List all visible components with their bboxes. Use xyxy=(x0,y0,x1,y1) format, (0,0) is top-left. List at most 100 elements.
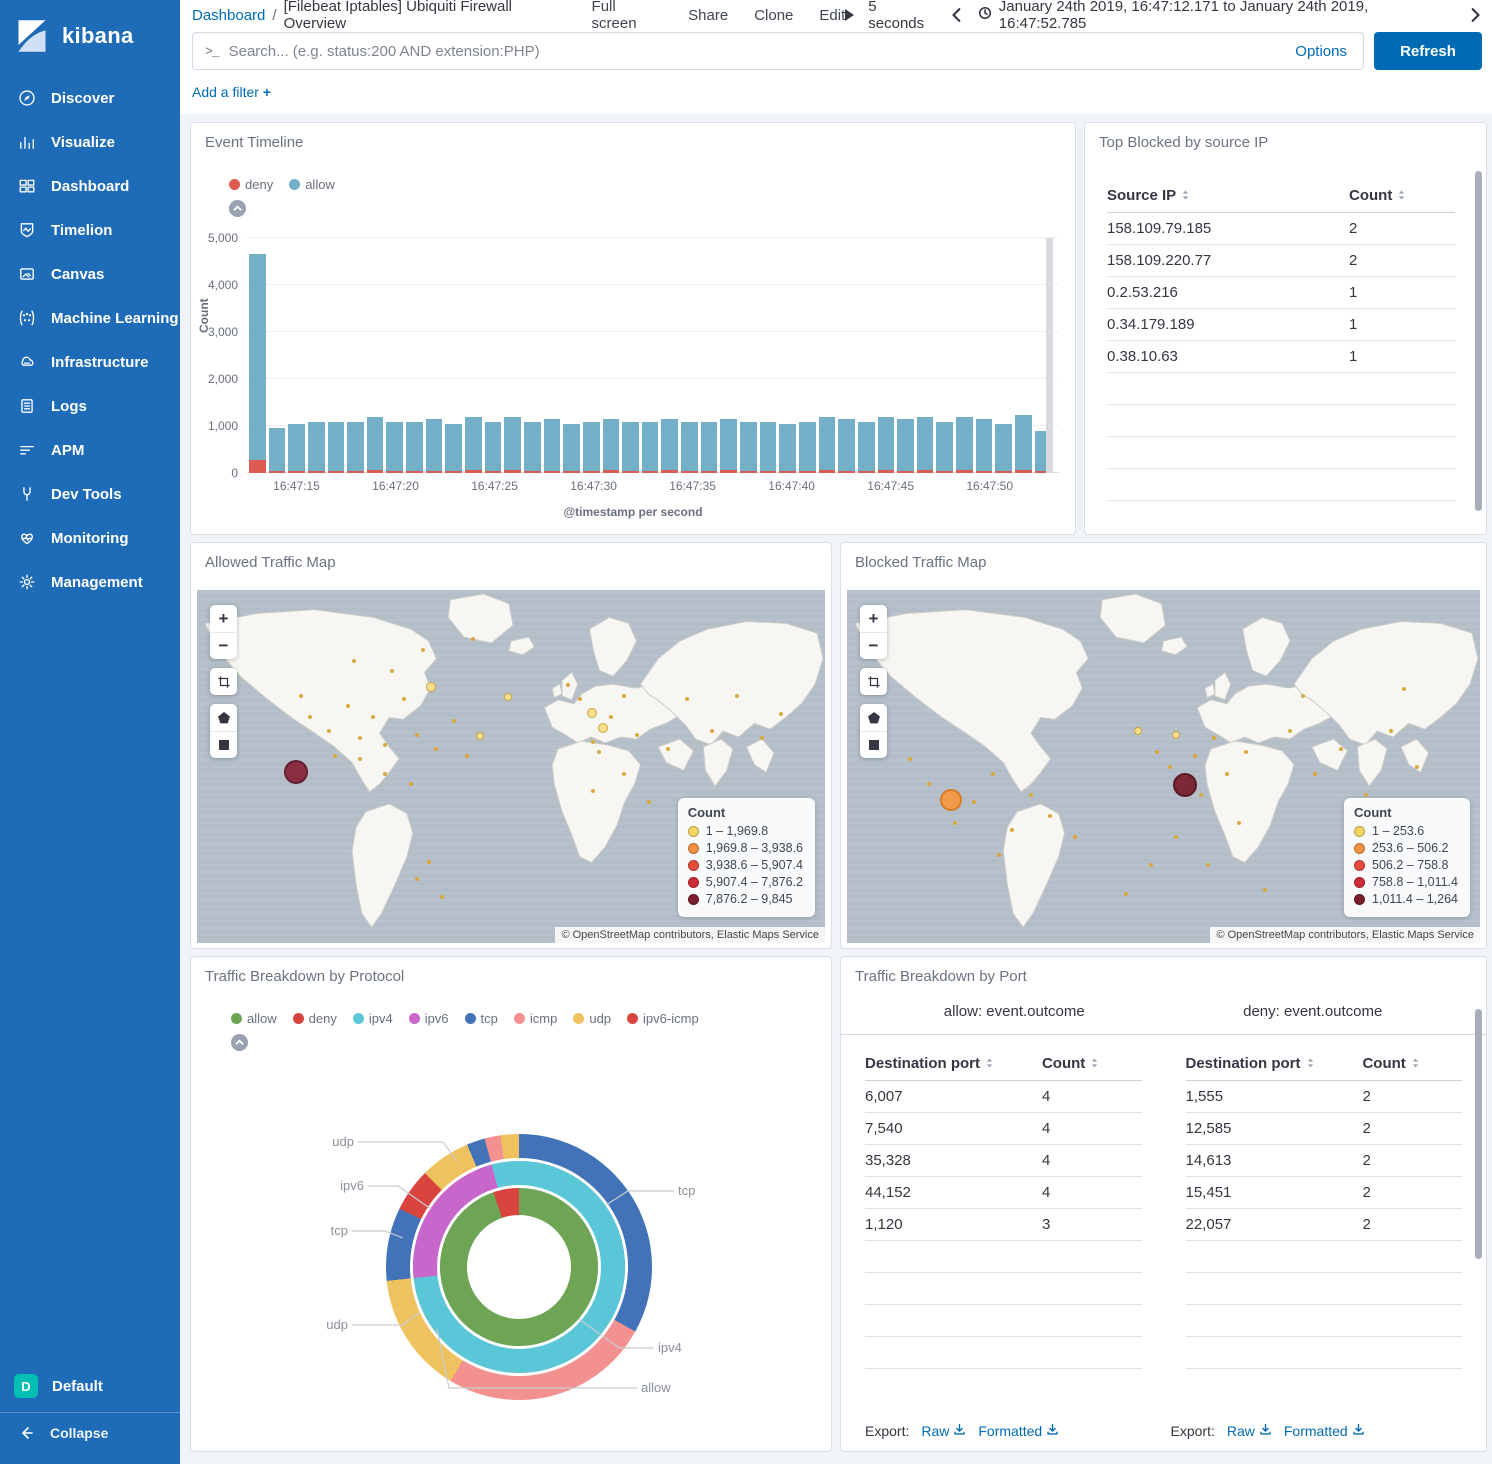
timeline-bar[interactable] xyxy=(524,422,541,473)
timeline-bar[interactable] xyxy=(288,424,305,473)
timeline-bar[interactable] xyxy=(249,254,266,473)
rect-select-icon[interactable] xyxy=(210,731,237,758)
menu-item-share[interactable]: Share xyxy=(688,7,728,24)
sort-icon[interactable] xyxy=(985,1056,994,1073)
timeline-bar[interactable] xyxy=(740,422,757,473)
timeline-bar[interactable] xyxy=(760,422,777,473)
scrollbar[interactable] xyxy=(1475,171,1482,511)
sidebar-item-management[interactable]: Management xyxy=(0,560,180,604)
menu-item-full-screen[interactable]: Full screen xyxy=(592,0,663,32)
fit-bounds-icon[interactable] xyxy=(860,668,887,695)
export-raw-link[interactable]: Raw xyxy=(1227,1423,1272,1439)
timeline-bar[interactable] xyxy=(878,417,895,473)
column-header-count[interactable]: Count xyxy=(1042,1049,1142,1081)
timeline-bar[interactable] xyxy=(661,419,678,473)
timeline-bar[interactable] xyxy=(681,422,698,473)
sidebar-item-discover[interactable]: Discover xyxy=(0,76,180,120)
play-refresh-icon[interactable] xyxy=(845,9,854,21)
breadcrumb-dashboard-link[interactable]: Dashboard xyxy=(192,7,265,24)
add-filter-link[interactable]: Add a filter + xyxy=(192,84,271,100)
sidebar-item-monitoring[interactable]: Monitoring xyxy=(0,516,180,560)
timeline-bar[interactable] xyxy=(1015,415,1032,473)
legend-collapse-icon[interactable] xyxy=(229,200,246,217)
kibana-logo[interactable]: kibana xyxy=(0,0,180,70)
sort-icon[interactable] xyxy=(1411,1056,1420,1073)
timeline-bar[interactable] xyxy=(799,422,816,473)
map-marker-large[interactable] xyxy=(1173,773,1197,797)
column-header-count[interactable]: Count xyxy=(1349,181,1455,213)
zoom-in-button[interactable]: + xyxy=(210,605,237,632)
sort-icon[interactable] xyxy=(1181,188,1190,205)
legend-item-allow[interactable]: allow xyxy=(289,177,335,192)
timeline-bar[interactable] xyxy=(720,419,737,473)
export-formatted-link[interactable]: Formatted xyxy=(1284,1423,1365,1439)
sidebar-item-dashboard[interactable]: Dashboard xyxy=(0,164,180,208)
sidebar-item-timelion[interactable]: Timelion xyxy=(0,208,180,252)
timeline-bar[interactable] xyxy=(642,422,659,473)
sidebar-item-dev-tools[interactable]: Dev Tools xyxy=(0,472,180,516)
menu-item-clone[interactable]: Clone xyxy=(754,7,793,24)
rect-select-icon[interactable] xyxy=(860,731,887,758)
sidebar-item-logs[interactable]: Logs xyxy=(0,384,180,428)
timeline-bar[interactable] xyxy=(563,424,580,473)
zoom-in-button[interactable]: + xyxy=(860,605,887,632)
zoom-out-button[interactable]: − xyxy=(860,632,887,659)
fit-bounds-icon[interactable] xyxy=(210,668,237,695)
polygon-select-icon[interactable] xyxy=(860,704,887,731)
menu-item-edit[interactable]: Edit xyxy=(819,7,845,24)
timeline-bar[interactable] xyxy=(976,419,993,473)
timeline-bar[interactable] xyxy=(386,422,403,473)
timeline-bar[interactable] xyxy=(583,422,600,473)
timeline-bar[interactable] xyxy=(858,422,875,473)
timeline-bar[interactable] xyxy=(936,422,953,473)
timeline-bar[interactable] xyxy=(897,419,914,473)
sort-icon[interactable] xyxy=(1397,188,1406,205)
timeline-bar[interactable] xyxy=(838,419,855,473)
search-input[interactable] xyxy=(229,43,1292,60)
timeline-bar[interactable] xyxy=(445,424,462,473)
column-header-destination-port[interactable]: Destination port xyxy=(865,1049,1042,1081)
timeline-bar[interactable] xyxy=(406,422,423,473)
sidebar-item-apm[interactable]: APM xyxy=(0,428,180,472)
map-marker-large[interactable] xyxy=(940,789,962,811)
timeline-bar[interactable] xyxy=(819,417,836,473)
polygon-select-icon[interactable] xyxy=(210,704,237,731)
timeline-bar[interactable] xyxy=(269,428,286,473)
timeline-bar[interactable] xyxy=(917,417,934,473)
allowed-map-canvas[interactable]: +−Count1 – 1,969.81,969.8 – 3,938.63,938… xyxy=(197,590,825,943)
query-options-link[interactable]: Options xyxy=(1291,43,1351,60)
timeline-bar[interactable] xyxy=(328,422,345,473)
timeline-bar[interactable] xyxy=(701,422,718,473)
zoom-out-button[interactable]: − xyxy=(210,632,237,659)
refresh-interval[interactable]: 5 seconds xyxy=(868,0,936,32)
sidebar-item-infrastructure[interactable]: Infrastructure xyxy=(0,340,180,384)
timeline-bar[interactable] xyxy=(544,419,561,473)
sort-icon[interactable] xyxy=(1306,1056,1315,1073)
timeline-bar[interactable] xyxy=(995,424,1012,473)
space-switcher[interactable]: D Default xyxy=(0,1364,180,1408)
scrollbar[interactable] xyxy=(1475,1009,1482,1259)
blocked-map-canvas[interactable]: +−Count1 – 253.6253.6 – 506.2506.2 – 758… xyxy=(847,590,1480,943)
time-range-picker[interactable]: January 24th 2019, 16:47:12.171 to Janua… xyxy=(978,0,1454,32)
legend-item-deny[interactable]: deny xyxy=(229,177,273,192)
time-forward-button[interactable] xyxy=(1468,8,1482,22)
timeline-bar[interactable] xyxy=(779,424,796,473)
column-header-count[interactable]: Count xyxy=(1362,1049,1462,1081)
sort-icon[interactable] xyxy=(1090,1056,1099,1073)
collapse-button[interactable]: Collapse xyxy=(0,1412,180,1452)
timeline-bar[interactable] xyxy=(347,422,364,473)
timeline-bar[interactable] xyxy=(504,417,521,473)
map-marker-large[interactable] xyxy=(284,760,308,784)
timeline-bar[interactable] xyxy=(622,422,639,473)
timeline-bar[interactable] xyxy=(465,417,482,473)
sidebar-item-machine-learning[interactable]: Machine Learning xyxy=(0,296,180,340)
timeline-bar[interactable] xyxy=(603,419,620,473)
timeline-bar[interactable] xyxy=(367,417,384,473)
timeline-bar[interactable] xyxy=(426,419,443,473)
timeline-bar[interactable] xyxy=(308,422,325,473)
column-header-destination-port[interactable]: Destination port xyxy=(1186,1049,1363,1081)
time-back-button[interactable] xyxy=(950,8,964,22)
sidebar-item-visualize[interactable]: Visualize xyxy=(0,120,180,164)
timeline-bar[interactable] xyxy=(485,422,502,473)
export-formatted-link[interactable]: Formatted xyxy=(978,1423,1059,1439)
